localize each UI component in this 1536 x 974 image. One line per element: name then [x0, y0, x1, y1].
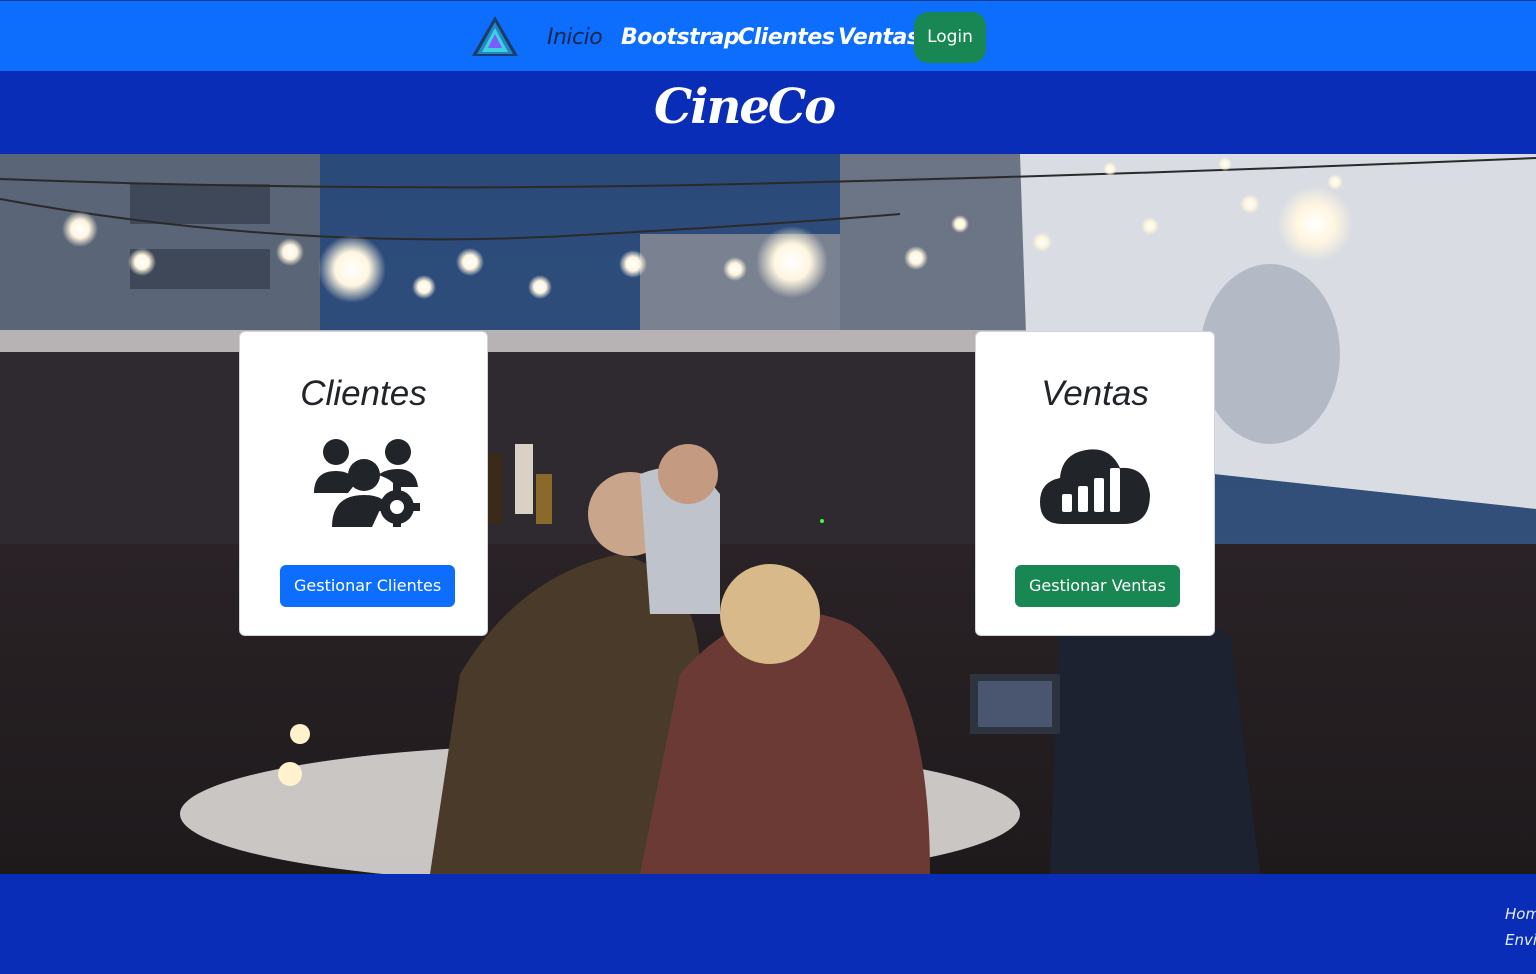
- rooftop-cinema-photo: [0, 154, 1536, 874]
- gestionar-ventas-button[interactable]: Gestionar Ventas: [1015, 565, 1180, 607]
- cloud-chart-icon: [1040, 449, 1150, 524]
- brand-bar: CineCo: [0, 71, 1536, 154]
- users-gear-icon: [313, 439, 420, 527]
- brand-title: CineCo: [654, 79, 836, 135]
- nav-link-ventas[interactable]: Ventas: [838, 23, 920, 53]
- ventas-card-title: Ventas: [1041, 374, 1149, 413]
- nav-link-inicio[interactable]: Inicio: [547, 23, 603, 53]
- clientes-card-title: Clientes: [300, 374, 427, 413]
- nav-link-bootstrap[interactable]: Bootstrap: [621, 23, 740, 53]
- triangle-logo-icon[interactable]: [470, 14, 520, 58]
- footer: Hom Envi: [0, 874, 1536, 974]
- nav-link-clientes[interactable]: Clientes: [738, 23, 835, 53]
- top-navbar: Inicio Bootstrap Clientes Ventas Login: [0, 0, 1536, 71]
- footer-line-1: Hom: [1505, 905, 1536, 923]
- ventas-card: Ventas Gestionar Ventas: [975, 331, 1215, 636]
- login-button[interactable]: Login: [914, 12, 986, 63]
- footer-line-2: Envi: [1505, 931, 1536, 949]
- gestionar-clientes-button[interactable]: Gestionar Clientes: [280, 565, 456, 607]
- clientes-card: Clientes Gestionar Clientes: [239, 331, 488, 636]
- hero-background-image: [0, 154, 1536, 874]
